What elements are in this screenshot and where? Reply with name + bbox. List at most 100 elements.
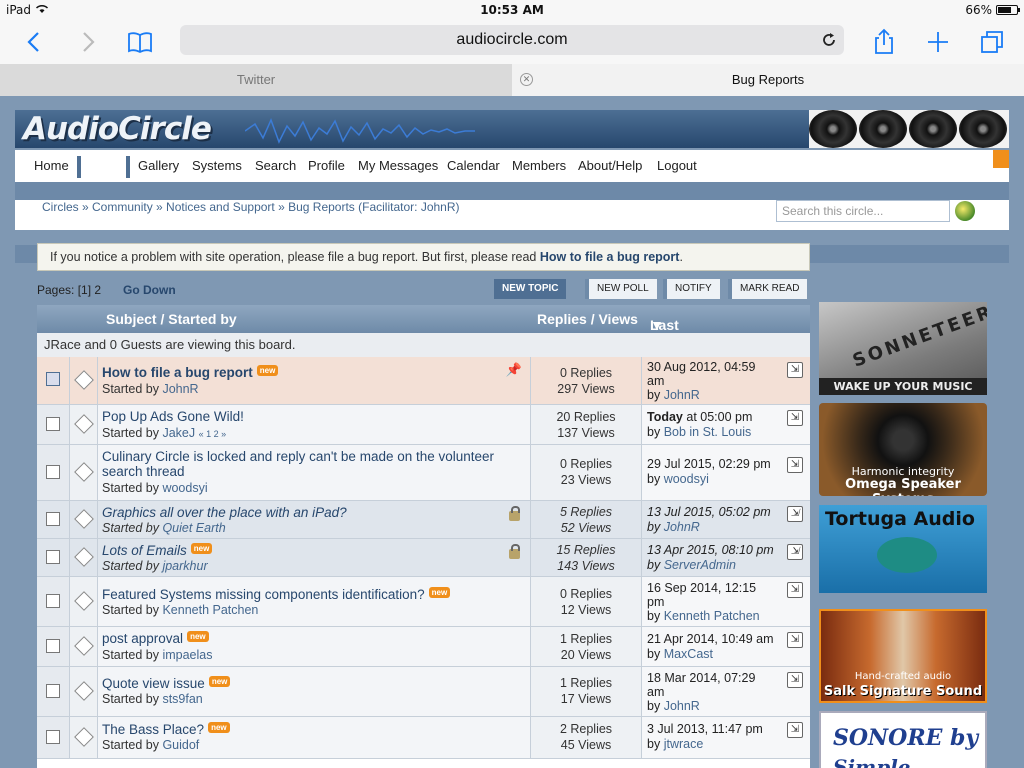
- notify-button[interactable]: NOTIFY: [663, 279, 720, 299]
- tab-twitter[interactable]: Twitter: [0, 64, 512, 96]
- topic-subject[interactable]: Graphics all over the place with an iPad…: [102, 505, 500, 520]
- speakers-banner: [809, 110, 1009, 148]
- last-poster[interactable]: woodsyi: [664, 472, 709, 486]
- last-post-by: by ServerAdmin: [647, 558, 786, 573]
- new-poll-button[interactable]: NEW POLL: [585, 279, 657, 299]
- new-tab-button[interactable]: [920, 24, 956, 60]
- search-go-icon[interactable]: [955, 201, 975, 221]
- ad-sonneteer[interactable]: SONNETEER WAKE UP YOUR MUSIC: [819, 302, 987, 395]
- search-input[interactable]: Search this circle...: [776, 200, 950, 222]
- table-row[interactable]: Quote view issue new Started by sts9fan 1…: [37, 667, 810, 717]
- started-by-label: Started by: [102, 382, 163, 396]
- go-to-last-post-icon[interactable]: ⇲: [787, 506, 803, 522]
- topic-message-cell: [70, 539, 98, 576]
- back-button[interactable]: [16, 24, 52, 60]
- last-post-by: by JohnR: [647, 520, 786, 535]
- ad-tortuga[interactable]: Tortuga Audio: [819, 505, 987, 593]
- nav-my-messages[interactable]: My Messages: [358, 150, 438, 182]
- starter-name[interactable]: impaelas: [162, 648, 212, 662]
- topic-subject[interactable]: post approval new: [102, 631, 500, 646]
- topic-subject[interactable]: Quote view issue new: [102, 676, 500, 691]
- nav-calendar[interactable]: Calendar: [447, 150, 500, 182]
- ad-omega[interactable]: Harmonic integrity Omega Speaker Systems: [819, 403, 987, 496]
- ad-sonore[interactable]: SONORE by Simple Design: [819, 711, 987, 768]
- replies-views-cell: 15 Replies 143 Views: [531, 539, 642, 576]
- chevron-left-icon: [27, 32, 39, 52]
- topic-pages[interactable]: « 1 2 »: [199, 429, 227, 439]
- last-poster[interactable]: MaxCast: [664, 647, 713, 661]
- topic-subject[interactable]: The Bass Place? new: [102, 722, 500, 737]
- breadcrumb-text[interactable]: Circles » Community » Notices and Suppor…: [42, 200, 460, 214]
- last-poster[interactable]: ServerAdmin: [664, 558, 736, 572]
- nav-members[interactable]: Members: [512, 150, 566, 182]
- go-to-last-post-icon[interactable]: ⇲: [787, 410, 803, 426]
- topic-subject[interactable]: Culinary Circle is locked and reply can'…: [102, 449, 500, 479]
- nav-about-help[interactable]: About/Help: [578, 150, 642, 182]
- tab-bug-reports[interactable]: ✕ Bug Reports: [512, 64, 1024, 96]
- forward-button[interactable]: [70, 24, 106, 60]
- page-numbers[interactable]: Pages: [1] 2: [37, 283, 101, 297]
- go-to-last-post-icon[interactable]: ⇲: [787, 457, 803, 473]
- nav-home[interactable]: Home: [34, 150, 69, 182]
- share-button[interactable]: [866, 24, 902, 60]
- go-down-link[interactable]: Go Down: [123, 283, 176, 297]
- starter-name[interactable]: Quiet Earth: [162, 521, 225, 535]
- table-row[interactable]: Lots of Emails new Started by jparkhur 15…: [37, 539, 810, 577]
- go-to-last-post-icon[interactable]: ⇲: [787, 632, 803, 648]
- topic-starter: Started by JohnR: [102, 382, 199, 396]
- tabs-button[interactable]: [974, 24, 1010, 60]
- browser-tabs: Twitter ✕ Bug Reports: [0, 64, 1024, 96]
- reload-icon[interactable]: [820, 31, 838, 49]
- table-row[interactable]: The Bass Place? new Started by Guidof 2 R…: [37, 717, 810, 759]
- topic-subject[interactable]: Pop Up Ads Gone Wild!: [102, 409, 500, 424]
- bookmarks-button[interactable]: [122, 24, 158, 60]
- last-poster[interactable]: JohnR: [664, 520, 700, 534]
- nav-systems[interactable]: Systems: [192, 150, 242, 182]
- starter-name[interactable]: woodsyi: [162, 481, 207, 495]
- go-to-last-post-icon[interactable]: ⇲: [787, 672, 803, 688]
- starter-name[interactable]: JohnR: [162, 382, 198, 396]
- starter-name[interactable]: Guidof: [162, 738, 199, 752]
- table-row[interactable]: post approval new Started by impaelas 1 R…: [37, 627, 810, 667]
- last-poster[interactable]: JohnR: [664, 699, 700, 713]
- starter-name[interactable]: JakeJ: [162, 426, 195, 440]
- last-poster[interactable]: jtwrace: [664, 737, 704, 751]
- last-poster[interactable]: Kenneth Patchen: [664, 609, 760, 623]
- site-logo[interactable]: AudioCircle: [23, 111, 212, 147]
- go-to-last-post-icon[interactable]: ⇲: [787, 582, 803, 598]
- column-replies-views[interactable]: Replies / Views: [537, 311, 638, 327]
- new-topic-button[interactable]: NEW TOPIC: [494, 279, 567, 299]
- starter-name[interactable]: Kenneth Patchen: [162, 603, 258, 617]
- table-row[interactable]: Featured Systems missing components iden…: [37, 577, 810, 627]
- nav-logout[interactable]: Logout: [657, 150, 697, 182]
- last-poster[interactable]: JohnR: [664, 388, 700, 402]
- notice-text: If you notice a problem with site operat…: [50, 250, 540, 264]
- ad-omega-line2: Omega Speaker Systems: [845, 477, 961, 496]
- table-row[interactable]: Culinary Circle is locked and reply can'…: [37, 445, 810, 501]
- last-poster[interactable]: Bob in St. Louis: [664, 425, 752, 439]
- starter-name[interactable]: sts9fan: [162, 692, 202, 706]
- replies-count: 1 Replies: [559, 676, 613, 690]
- close-tab-icon[interactable]: ✕: [520, 73, 533, 86]
- topic-subject[interactable]: Lots of Emails new: [102, 543, 500, 558]
- go-to-last-post-icon[interactable]: ⇲: [787, 722, 803, 738]
- go-to-last-post-icon[interactable]: ⇲: [787, 362, 803, 378]
- url-bar[interactable]: audiocircle.com: [180, 25, 844, 55]
- column-subject[interactable]: Subject / Started by: [106, 311, 237, 327]
- ad-salk[interactable]: Hand-crafted audio Salk Signature Sound: [819, 609, 987, 703]
- topic-subject[interactable]: Featured Systems missing components iden…: [102, 587, 500, 602]
- table-row[interactable]: Pop Up Ads Gone Wild! Started by JakeJ «…: [37, 405, 810, 445]
- mark-read-button[interactable]: MARK READ: [728, 279, 808, 299]
- topic-status-cell: [37, 539, 70, 576]
- last-post-date-cont: am: [647, 685, 665, 699]
- nav-profile[interactable]: Profile: [308, 150, 345, 182]
- starter-name[interactable]: jparkhur: [162, 559, 207, 573]
- topic-subject-cell: Culinary Circle is locked and reply can'…: [98, 445, 531, 500]
- notice-link[interactable]: How to file a bug report: [540, 250, 680, 264]
- table-row[interactable]: How to file a bug report new Started by J…: [37, 357, 810, 405]
- go-to-last-post-icon[interactable]: ⇲: [787, 544, 803, 560]
- nav-gallery[interactable]: Gallery: [138, 150, 179, 182]
- topic-subject[interactable]: How to file a bug report new: [102, 365, 500, 380]
- nav-search[interactable]: Search: [255, 150, 296, 182]
- table-row[interactable]: Graphics all over the place with an iPad…: [37, 501, 810, 539]
